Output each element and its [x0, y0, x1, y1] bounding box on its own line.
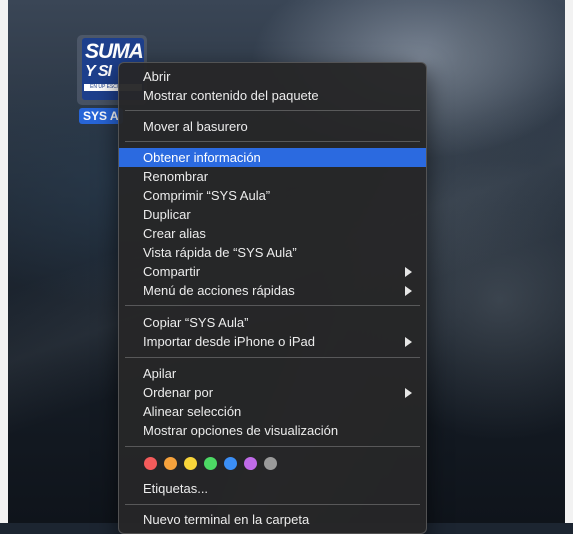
menu-item-quick-actions[interactable]: Menú de acciones rápidas — [119, 281, 426, 300]
menu-item-get-info[interactable]: Obtener información — [119, 148, 426, 167]
menu-separator — [125, 504, 420, 505]
menu-item-stack[interactable]: Apilar — [119, 364, 426, 383]
menu-item-sort-by[interactable]: Ordenar por — [119, 383, 426, 402]
menu-separator — [125, 110, 420, 111]
menu-item-share-label: Compartir — [143, 264, 201, 279]
menu-item-quick-look[interactable]: Vista rápida de “SYS Aula” — [119, 243, 426, 262]
menu-item-trash[interactable]: Mover al basurero — [119, 117, 426, 136]
menu-separator — [125, 446, 420, 447]
tag-color-dot[interactable] — [204, 457, 217, 470]
menu-item-import-iphone-label: Importar desde iPhone o iPad — [143, 334, 315, 349]
menu-item-duplicate[interactable]: Duplicar — [119, 205, 426, 224]
menu-item-open[interactable]: Abrir — [119, 67, 426, 86]
menu-item-copy[interactable]: Copiar “SYS Aula” — [119, 313, 426, 332]
context-menu: Abrir Mostrar contenido del paquete Move… — [118, 62, 427, 534]
tag-color-dot[interactable] — [184, 457, 197, 470]
tag-color-dot[interactable] — [164, 457, 177, 470]
tag-color-dot[interactable] — [224, 457, 237, 470]
menu-item-show-package[interactable]: Mostrar contenido del paquete — [119, 86, 426, 105]
submenu-arrow-icon — [405, 267, 412, 277]
menu-item-make-alias[interactable]: Crear alias — [119, 224, 426, 243]
menu-item-import-iphone[interactable]: Importar desde iPhone o iPad — [119, 332, 426, 351]
desktop-icon-label[interactable]: SYS A — [79, 108, 123, 124]
menu-item-tags[interactable]: Etiquetas... — [119, 479, 426, 498]
menu-item-view-options[interactable]: Mostrar opciones de visualización — [119, 421, 426, 440]
tag-color-dot[interactable] — [264, 457, 277, 470]
menu-item-rename[interactable]: Renombrar — [119, 167, 426, 186]
icon-text-ysi: Y SI — [85, 63, 112, 80]
tag-color-dot[interactable] — [144, 457, 157, 470]
submenu-arrow-icon — [405, 337, 412, 347]
menu-separator — [125, 141, 420, 142]
menu-item-share[interactable]: Compartir — [119, 262, 426, 281]
menu-separator — [125, 305, 420, 306]
window-frame-right — [565, 0, 573, 523]
icon-text-suma: SUMA — [85, 40, 144, 63]
menu-item-compress[interactable]: Comprimir “SYS Aula” — [119, 186, 426, 205]
menu-item-sort-by-label: Ordenar por — [143, 385, 214, 400]
menu-item-new-terminal[interactable]: Nuevo terminal en la carpeta — [119, 510, 426, 529]
submenu-arrow-icon — [405, 286, 412, 296]
window-frame-left — [0, 0, 8, 523]
menu-item-quick-actions-label: Menú de acciones rápidas — [143, 283, 295, 298]
submenu-arrow-icon — [405, 388, 412, 398]
menu-item-align[interactable]: Alinear selección — [119, 402, 426, 421]
menu-separator — [125, 357, 420, 358]
tag-color-dot[interactable] — [244, 457, 257, 470]
